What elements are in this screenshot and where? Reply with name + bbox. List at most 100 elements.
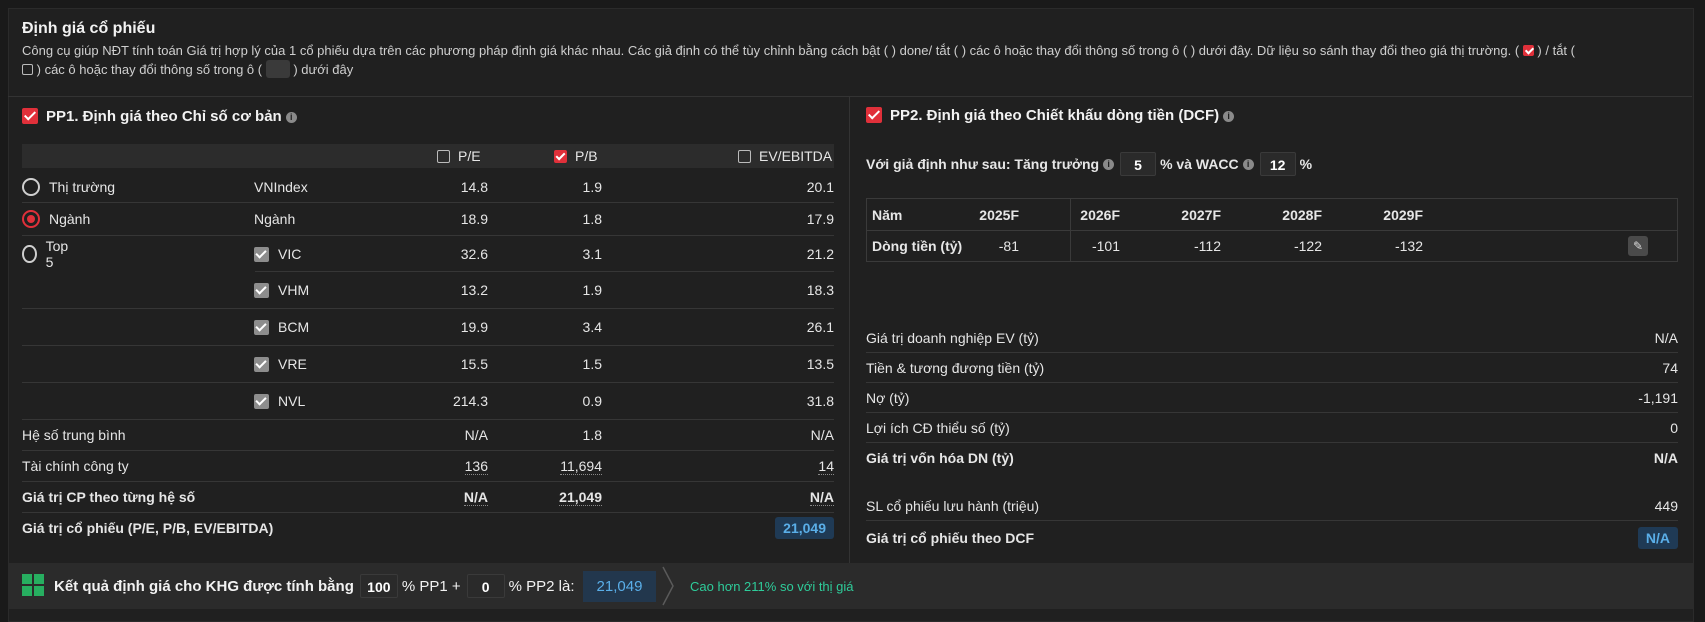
result-label: Kết quả định giá cho KHG được tính bằng: [54, 577, 354, 595]
pb-header-label: P/B: [575, 148, 598, 164]
pe-value[interactable]: 136: [464, 458, 488, 475]
pe-value: N/A: [464, 427, 488, 443]
row-label: Giá trị CP theo từng hệ số: [22, 489, 196, 505]
pb-value: 21,049: [559, 488, 602, 506]
table-row: VIC 32.6 3.1 21.2: [254, 237, 834, 272]
stock-checkbox[interactable]: [254, 282, 269, 298]
stock-checkbox[interactable]: [254, 393, 269, 409]
assumption-label: Với giả định như sau: Tăng trưởng: [866, 156, 1100, 172]
page-header: Định giá cổ phiếu Công cụ giúp NĐT tính …: [22, 18, 1672, 79]
price-by-ratio-row: Giá trị CP theo từng hệ số N/A 21,049 N/…: [22, 482, 834, 513]
description-text: ) / tắt (: [1537, 43, 1575, 58]
growth-input[interactable]: 5: [1120, 152, 1157, 176]
pb-value: 1.5: [582, 356, 602, 372]
pb-checkbox[interactable]: [554, 149, 567, 163]
pe-checkbox[interactable]: [437, 149, 450, 163]
kv-row: SL cổ phiếu lưu hành (triệu) 449: [866, 491, 1678, 521]
pp2-weight-label: % PP2 là:: [508, 577, 575, 595]
ev-value: 20.1: [806, 178, 834, 195]
dcf-result-value: N/A: [1637, 527, 1678, 549]
pb-value: 1.9: [582, 178, 602, 195]
page-title: Định giá cổ phiếu: [22, 20, 156, 37]
result-line: Kết quả định giá cho KHG được tính bằng …: [54, 563, 657, 609]
assumption-line: Với giả định như sau: Tăng trưởng i 5 % …: [866, 151, 1312, 177]
ev-header-label: EV/EBITDA: [759, 148, 833, 164]
info-icon[interactable]: i: [1103, 158, 1115, 170]
ev-header[interactable]: EV/EBITDA: [738, 144, 832, 168]
pp2-title-text: PP2. Định giá theo Chiết khấu dòng tiền …: [890, 107, 1220, 124]
kv-label: Giá trị cổ phiếu theo DCF: [866, 530, 1035, 546]
pe-header[interactable]: P/E: [437, 144, 481, 168]
header-divider: [8, 96, 1692, 97]
pp2-title: PP2. Định giá theo Chiết khấu dòng tiền …: [866, 106, 1235, 126]
dcf-column-divider: [1070, 199, 1071, 261]
row-name: NVL: [278, 393, 306, 409]
table-row: Ngành Ngành 18.9 1.8 17.9: [22, 203, 834, 236]
pp1-weight-input[interactable]: 100: [359, 574, 398, 598]
kv-row: Giá trị vốn hóa DN (tỷ) N/A: [866, 443, 1678, 472]
pe-value: 18.9: [460, 211, 488, 227]
kv-row: Tiền & tương đương tiền (tỷ) 74: [866, 353, 1678, 383]
ev-checkbox[interactable]: [738, 149, 751, 163]
final-result-value: 21,049: [582, 570, 657, 602]
kv-value: 449: [1654, 497, 1678, 514]
industry-radio[interactable]: [22, 210, 40, 228]
row-name: VRE: [278, 356, 307, 372]
edit-icon[interactable]: ✎: [1628, 236, 1648, 256]
pe-value: N/A: [463, 488, 488, 506]
wacc-input[interactable]: 12: [1259, 152, 1296, 176]
pp2-toggle-checkbox[interactable]: [866, 107, 882, 123]
table-row: Thị trường VNIndex 14.8 1.9 20.1: [22, 171, 834, 203]
result-footer: Kết quả định giá cho KHG được tính bằng …: [8, 563, 1694, 609]
stock-checkbox[interactable]: [254, 246, 269, 262]
pp2-weight-input[interactable]: 0: [466, 574, 505, 598]
row-name: VHM: [278, 282, 310, 298]
info-icon[interactable]: i: [1242, 158, 1254, 170]
table-row: NVL 214.3 0.9 31.8: [22, 383, 834, 420]
cashflow-value: -112: [1194, 237, 1221, 254]
ev-value: 21.2: [806, 246, 834, 262]
row-name: BCM: [278, 319, 310, 335]
ev-value[interactable]: 14: [818, 458, 834, 475]
kv-label: Giá trị doanh nghiệp EV (tỷ): [866, 329, 1039, 346]
pb-value[interactable]: 11,694: [560, 458, 602, 475]
table-row: VRE 15.5 1.5 13.5: [22, 346, 834, 383]
input-sample-icon: [265, 60, 290, 78]
grid-icon: [22, 574, 44, 596]
dcf-cashflow-row: Dòng tiền (tỷ) -81 -101 -112 -122 -132 ✎: [867, 230, 1677, 261]
ev-value: N/A: [810, 427, 834, 443]
pb-value: 1.8: [582, 427, 602, 443]
stock-checkbox[interactable]: [254, 319, 269, 335]
year-header: 2027F: [1181, 206, 1221, 223]
company-finance-row: Tài chính công ty 136 11,694 14: [22, 451, 834, 482]
year-header: Năm: [872, 206, 903, 223]
info-icon[interactable]: i: [285, 112, 297, 123]
top5-radio[interactable]: [22, 245, 37, 263]
kv-value: 0: [1670, 419, 1678, 436]
kv-value: 74: [1662, 359, 1678, 376]
description-text: ) các ô hoặc thay đổi thông số trong ô (: [36, 62, 263, 77]
kv-label: Giá trị vốn hóa DN (tỷ): [866, 449, 1014, 466]
kv-row: Nợ (tỷ) -1,191: [866, 383, 1678, 413]
row-name: VNIndex: [254, 178, 308, 195]
cashflow-value: -81: [998, 237, 1019, 254]
ev-value: N/A: [809, 488, 834, 506]
kv-row: Lợi ích CĐ thiểu số (tỷ) 0: [866, 413, 1678, 443]
pb-header[interactable]: P/B: [554, 144, 598, 168]
average-row: Hệ số trung bình N/A 1.8 N/A: [22, 420, 834, 451]
info-icon[interactable]: i: [1223, 111, 1235, 122]
cashflow-value: -122: [1293, 237, 1322, 254]
pe-value: 15.5: [460, 356, 488, 372]
table-row: BCM 19.9 3.4 26.1: [22, 309, 834, 346]
kv-value: N/A: [1654, 329, 1678, 346]
wacc-label: % và WACC: [1160, 156, 1239, 172]
kv-label: Tiền & tương đương tiền (tỷ): [866, 359, 1045, 376]
stock-checkbox[interactable]: [254, 356, 269, 372]
pb-value: 0.9: [582, 393, 602, 409]
pp1-table-header: P/E P/B EV/EBITDA: [22, 144, 834, 168]
pp1-toggle-checkbox[interactable]: [22, 108, 38, 124]
row-label: Top 5: [45, 238, 69, 270]
ev-value: 18.3: [806, 282, 834, 298]
pb-value: 3.1: [582, 246, 602, 262]
market-radio[interactable]: [22, 177, 40, 196]
